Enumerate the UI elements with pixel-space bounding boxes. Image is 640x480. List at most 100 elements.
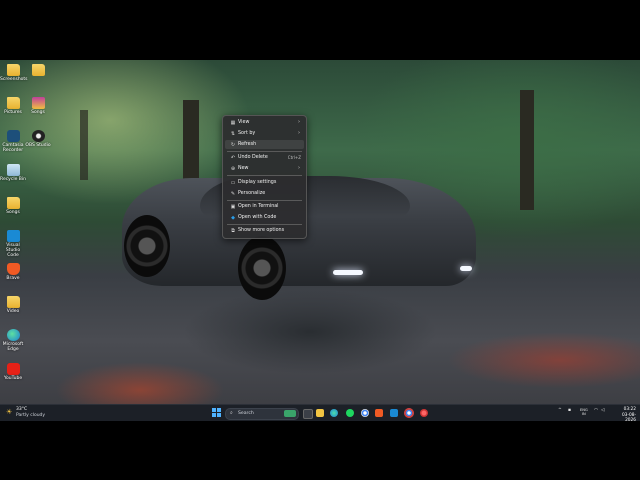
- desktop-icon[interactable]: Recycle Bin: [0, 164, 26, 182]
- grid-icon: ▦: [230, 120, 236, 126]
- partly-cloudy-icon: ☀: [6, 408, 13, 416]
- desktop-icon[interactable]: YouTube: [0, 363, 26, 381]
- desktop-icon[interactable]: Songs: [0, 197, 26, 215]
- desktop-icon[interactable]: Brave: [0, 263, 26, 281]
- desktop-icon-label: Songs: [31, 110, 45, 115]
- brave-icon[interactable]: [375, 409, 383, 417]
- search-placeholder: Search: [238, 411, 254, 416]
- wallpaper-car-wheel: [124, 215, 170, 277]
- clock-time: 03:22: [623, 407, 636, 412]
- shortcut-label: Ctrl+Z: [287, 155, 301, 160]
- desktop-wallpaper[interactable]: [0, 60, 640, 420]
- menu-item-view[interactable]: ▦ View ›: [225, 118, 304, 127]
- menu-item-new[interactable]: ⊕ New ›: [225, 164, 304, 173]
- menu-item-personalize[interactable]: ✎ Personalize: [225, 189, 304, 198]
- desktop-icon-label: Visual Studio Code: [5, 243, 21, 258]
- region-code: IN: [582, 412, 586, 416]
- obs-icon: [31, 130, 45, 142]
- plus-circle-icon: ⊕: [230, 166, 236, 172]
- vscode-icon[interactable]: [390, 409, 398, 417]
- desktop-icon-label: Songs: [6, 210, 20, 215]
- weather-temp: 33°C: [16, 407, 28, 412]
- folder-icon: [6, 97, 20, 109]
- menu-item-undo-delete[interactable]: ↶ Undo Delete Ctrl+Z: [225, 153, 304, 162]
- desktop-icon-label: Video: [6, 309, 20, 314]
- undo-icon: ↶: [230, 155, 236, 161]
- file-explorer-icon[interactable]: [303, 409, 313, 419]
- vscode-icon: ◆: [231, 215, 235, 221]
- edge-icon[interactable]: [330, 409, 338, 417]
- windows-logo-icon: [217, 408, 221, 412]
- wallpaper-tree: [520, 90, 534, 210]
- weather-widget[interactable]: ☀ 33°C Partly cloudy: [4, 407, 54, 419]
- menu-item-display-settings[interactable]: ▭ Display settings: [225, 178, 304, 187]
- taskbar-search-box[interactable]: ⌕ Search: [225, 408, 299, 420]
- folder-icon: [6, 197, 20, 209]
- desktop-icon-label: Screenshots: [0, 77, 28, 82]
- folder-icon: [6, 64, 20, 76]
- wallpaper-car-wheel: [238, 236, 286, 300]
- clock[interactable]: 03:22 03-08-2026: [612, 407, 636, 424]
- wallpaper-car-headlight: [333, 270, 363, 275]
- terminal-icon: ▣: [230, 204, 236, 210]
- wifi-icon[interactable]: ◠: [594, 408, 598, 413]
- desktop-icon[interactable]: Screenshots: [0, 64, 28, 82]
- menu-item-open-with-code[interactable]: ◆ Open with Code: [225, 213, 304, 222]
- volume-icon[interactable]: ◁: [601, 408, 604, 413]
- more-options-icon: ⧉: [231, 228, 235, 234]
- folder-icon: [6, 296, 20, 308]
- windows-logo-icon: [212, 408, 216, 412]
- chevron-right-icon: ›: [298, 119, 300, 125]
- start-button[interactable]: [212, 408, 222, 418]
- camtasia-icon: [6, 130, 20, 142]
- desktop-context-menu: ▦ View › ⇅ Sort by › ↻ Refresh ↶ Undo De…: [222, 115, 307, 239]
- recycle-bin-icon: [6, 164, 20, 176]
- vscode-icon: [6, 230, 20, 242]
- wallpaper-car-headlight: [460, 266, 472, 271]
- chevron-right-icon: ›: [298, 130, 300, 136]
- chevron-right-icon: ›: [298, 165, 300, 171]
- desktop-icon-label: YouTube: [3, 376, 23, 381]
- desktop-icon-label: OBS Studio: [25, 143, 51, 148]
- language-indicator[interactable]: ENG IN: [580, 408, 588, 416]
- chrome-icon[interactable]: [361, 409, 369, 417]
- desktop-icon[interactable]: Songs: [25, 97, 51, 115]
- desktop-icon-label: Camtasia Recorder: [2, 143, 24, 153]
- chevron-up-icon[interactable]: ^: [558, 408, 562, 413]
- menu-item-show-more-options[interactable]: ⧉ Show more options: [225, 226, 304, 235]
- desktop-icon[interactable]: Pictures: [0, 97, 26, 115]
- clock-date: 03-08-2026: [621, 412, 636, 424]
- desktop-icon-area: Screenshots Pictures Songs Camtasia Reco…: [0, 60, 60, 400]
- folder-icon[interactable]: [316, 409, 324, 417]
- menu-item-refresh[interactable]: ↻ Refresh: [225, 140, 304, 149]
- menu-divider: [227, 175, 302, 176]
- wallpaper-tree: [80, 110, 88, 180]
- menu-item-sort-by[interactable]: ⇅ Sort by ›: [225, 129, 304, 138]
- windows-logo-icon: [217, 413, 221, 417]
- taskbar: ☀ 33°C Partly cloudy ⌕ Search ^ ▪ ENG IN…: [0, 404, 640, 424]
- brush-icon: ✎: [230, 191, 236, 197]
- menu-item-open-terminal[interactable]: ▣ Open in Terminal: [225, 202, 304, 211]
- spotify-icon[interactable]: [346, 409, 354, 417]
- settings-icon[interactable]: [420, 409, 428, 417]
- refresh-icon: ↻: [230, 142, 236, 148]
- desktop-icon[interactable]: Camtasia Recorder: [0, 130, 26, 153]
- desktop-icon-label: Recycle Bin: [0, 177, 26, 182]
- tray-icon[interactable]: ▪: [568, 408, 571, 413]
- desktop-icon[interactable]: [25, 64, 51, 77]
- windows-logo-icon: [212, 413, 216, 417]
- search-icon: ⌕: [230, 410, 233, 416]
- weather-condition: Partly cloudy: [16, 413, 46, 418]
- display-icon: ▭: [230, 180, 236, 186]
- folder-icon: [31, 64, 45, 76]
- desktop-icon[interactable]: Microsoft Edge: [0, 329, 26, 352]
- desktop-icon-label: Brave: [6, 276, 20, 281]
- chrome-alt-icon[interactable]: [405, 409, 413, 417]
- desktop-icon[interactable]: Visual Studio Code: [0, 230, 26, 258]
- desktop-icon[interactable]: OBS Studio: [25, 130, 51, 148]
- menu-divider: [227, 151, 302, 152]
- folder-image-icon: [31, 97, 45, 109]
- sort-icon: ⇅: [230, 131, 236, 137]
- desktop-icon[interactable]: Video: [0, 296, 26, 314]
- menu-divider: [227, 200, 302, 201]
